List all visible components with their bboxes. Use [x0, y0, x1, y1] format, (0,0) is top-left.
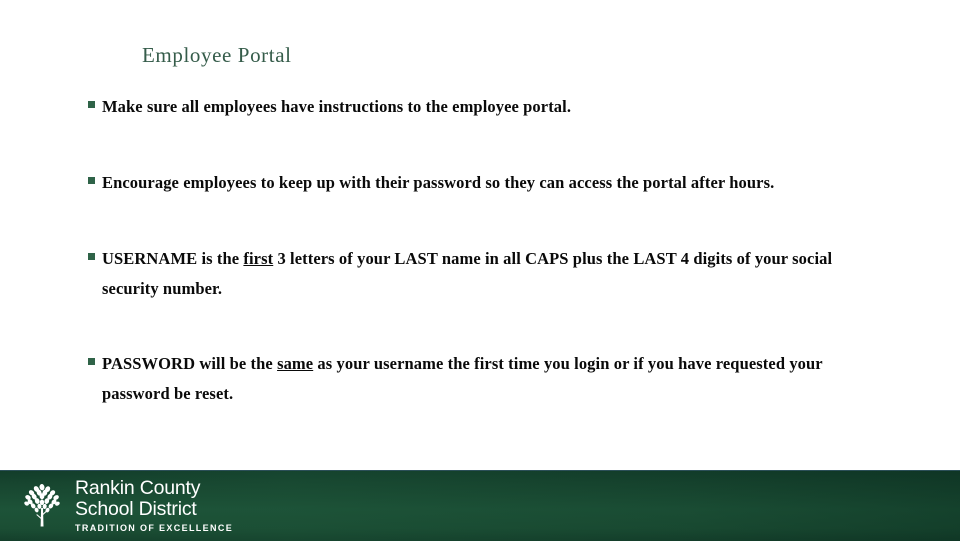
bullet-square-icon — [88, 358, 95, 365]
bullet-text: USERNAME is the first 3 letters of your … — [102, 244, 888, 304]
logo-line-one: Rankin County — [75, 477, 201, 499]
bullet-segment-underlined: first — [243, 249, 274, 268]
bullet-segment: PASSWORD will be the — [102, 354, 278, 373]
list-item: USERNAME is the first 3 letters of your … — [88, 244, 888, 304]
bullet-segment: Encourage employees to keep up with thei… — [102, 173, 775, 192]
bullet-segment: Make sure all employees have instruction… — [102, 97, 572, 116]
logo-tagline: TRADITION OF EXCELLENCE — [75, 523, 234, 533]
list-item: PASSWORD will be the same as your userna… — [88, 349, 888, 409]
page-title: Employee Portal — [142, 43, 292, 67]
bullet-list: Make sure all employees have instruction… — [88, 92, 888, 409]
district-logo: Rankin County School District TRADITION … — [18, 478, 233, 535]
logo-wordmark: Rankin County School District TRADITION … — [75, 478, 233, 535]
bullet-text: Make sure all employees have instruction… — [102, 92, 888, 122]
bullet-text: Encourage employees to keep up with thei… — [102, 168, 888, 198]
bullet-square-icon — [88, 253, 95, 260]
tree-icon — [24, 483, 60, 526]
bullet-segment: USERNAME is the — [102, 249, 244, 268]
bullet-square-icon — [88, 177, 95, 184]
list-item: Make sure all employees have instruction… — [88, 92, 888, 122]
slide-canvas: Employee Portal Make sure all employees … — [0, 0, 960, 541]
bullet-text: PASSWORD will be the same as your userna… — [102, 349, 888, 409]
list-item: Encourage employees to keep up with thei… — [88, 168, 888, 198]
logo-line-two: School District — [75, 498, 197, 520]
bullet-square-icon — [88, 101, 95, 108]
bullet-segment-underlined: same — [277, 354, 314, 373]
